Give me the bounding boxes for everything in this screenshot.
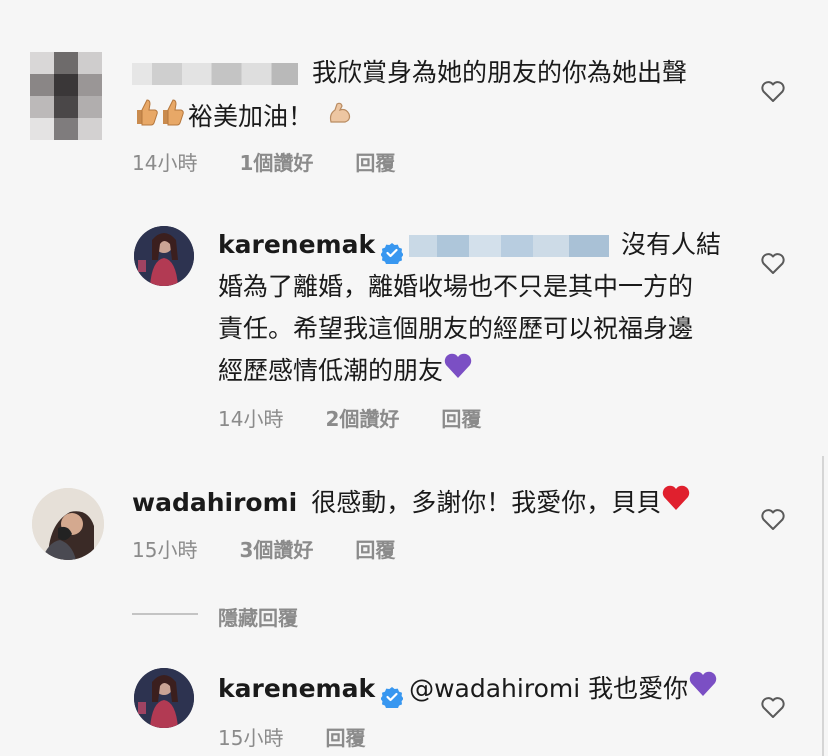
verified-badge-icon xyxy=(380,679,404,711)
wadahiromi-avatar[interactable] xyxy=(32,488,104,560)
comment-1-line2-row: 裕美加油！ xyxy=(132,96,353,139)
purple-heart-icon xyxy=(443,351,473,393)
comment-4-username[interactable]: karenemak xyxy=(218,674,375,703)
comment-3-likes[interactable]: 3個讚好 xyxy=(239,534,313,563)
thumbs-up-icon xyxy=(132,97,158,139)
comment-2-reply-button[interactable]: 回覆 xyxy=(441,403,481,432)
scrollbar-edge xyxy=(822,456,824,756)
redacted-username xyxy=(132,63,298,85)
comment-4-meta: 15小時 回覆 xyxy=(218,722,365,751)
comment-2-line1: 沒有人結 xyxy=(621,230,722,259)
comment-1-time: 14小時 xyxy=(132,151,198,175)
thumbs-up-icon xyxy=(158,97,184,139)
comment-1-body: 我欣賞身為她的朋友的你為她出聲 xyxy=(132,52,687,94)
like-heart-icon[interactable] xyxy=(760,252,786,276)
comment-3-username[interactable]: wadahiromi xyxy=(132,488,297,517)
flexed-biceps-icon xyxy=(327,97,353,139)
comment-2-line4: 經歷感情低潮的朋友 xyxy=(218,356,444,385)
comment-2-meta: 14小時 2個讚好 回覆 xyxy=(218,403,481,432)
comment-4-time: 15小時 xyxy=(218,726,284,750)
verified-badge-icon xyxy=(380,235,404,267)
comment-2-line1-row: karenemak 沒有人結 xyxy=(218,224,722,267)
comment-2-likes[interactable]: 2個讚好 xyxy=(325,403,399,432)
redacted-mention xyxy=(409,235,610,257)
comment-3-body: wadahiromi 很感動，多謝你！我愛你，貝貝 xyxy=(132,482,691,525)
purple-heart-icon xyxy=(688,669,718,711)
comment-2-time: 14小時 xyxy=(218,407,284,431)
like-heart-icon[interactable] xyxy=(760,80,786,104)
comment-1-reply-button[interactable]: 回覆 xyxy=(355,147,395,176)
comment-2-line3: 責任。希望我這個朋友的經歷可以祝福身邊 xyxy=(218,314,694,343)
comment-3-reply-button[interactable]: 回覆 xyxy=(355,534,395,563)
hide-replies-label[interactable]: 隱藏回覆 xyxy=(218,602,298,631)
comment-1-line1: 我欣賞身為她的朋友的你為她出聲 xyxy=(311,58,687,87)
comment-2-username[interactable]: karenemak xyxy=(218,230,375,259)
hide-replies-button[interactable]: 隱藏回覆 xyxy=(218,602,298,631)
comment-1-line2: 裕美加油！ xyxy=(188,102,314,131)
karenemak-avatar[interactable] xyxy=(134,226,194,286)
comment-2-line4-row: 經歷感情低潮的朋友 xyxy=(218,350,473,393)
comment-4-text: @wadahiromi 我也愛你 xyxy=(409,674,689,703)
comment-4-reply-button[interactable]: 回覆 xyxy=(325,722,365,751)
comment-3-time: 15小時 xyxy=(132,538,198,562)
hide-replies-line xyxy=(132,613,198,615)
blurred-avatar xyxy=(30,52,102,140)
comment-3-text: 很感動，多謝你！我愛你，貝貝 xyxy=(311,488,662,517)
karenemak-avatar[interactable] xyxy=(134,668,194,728)
comment-3-meta: 15小時 3個讚好 回覆 xyxy=(132,534,395,563)
red-heart-icon xyxy=(661,483,691,525)
like-heart-icon[interactable] xyxy=(760,696,786,720)
comment-1-likes[interactable]: 1個讚好 xyxy=(239,147,313,176)
comment-1-meta: 14小時 1個讚好 回覆 xyxy=(132,147,395,176)
comment-4-body: karenemak @wadahiromi 我也愛你 xyxy=(218,668,718,711)
like-heart-icon[interactable] xyxy=(760,508,786,532)
comment-2-line2: 婚為了離婚，離婚收場也不只是其中一方的 xyxy=(218,272,694,301)
